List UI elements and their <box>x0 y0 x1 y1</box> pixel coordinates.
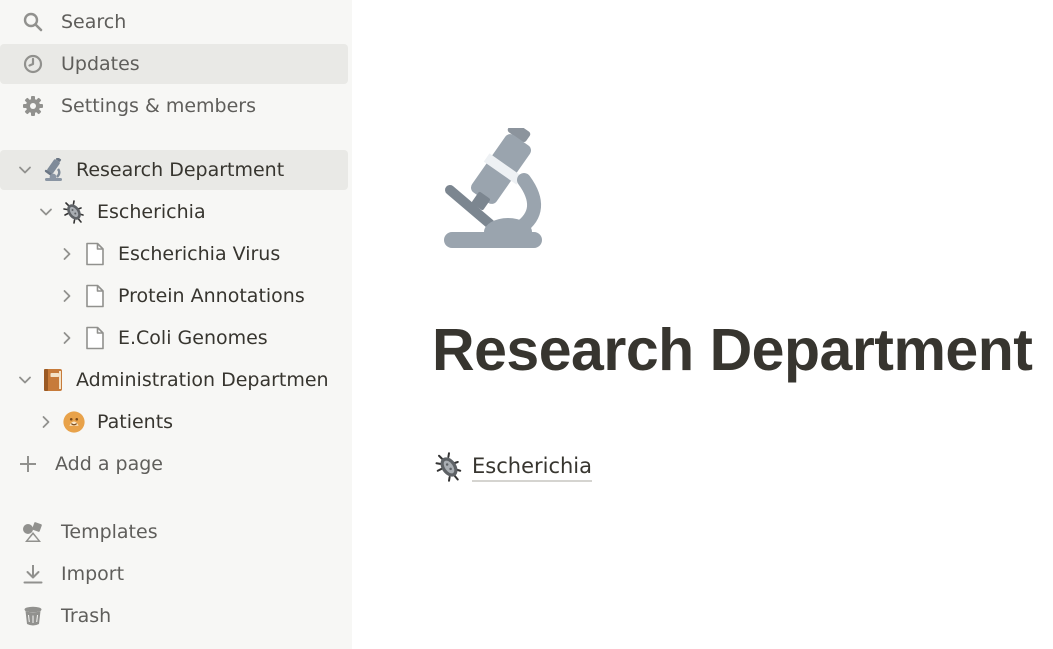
sidebar-import[interactable]: Import <box>0 554 348 594</box>
chevron-right-icon[interactable] <box>60 247 74 261</box>
sidebar-page-label: Protein Annotations <box>118 285 305 307</box>
sidebar-page-protein-annotations[interactable]: Protein Annotations <box>0 276 348 316</box>
chevron-down-icon[interactable] <box>18 163 32 177</box>
sidebar-settings[interactable]: Settings & members <box>0 86 348 126</box>
sidebar-page-ecoli-genomes[interactable]: E.Coli Genomes <box>0 318 348 358</box>
sidebar-page-label: Research Department <box>76 159 285 181</box>
sidebar-settings-label: Settings & members <box>61 95 256 117</box>
page-title[interactable]: Research Department <box>432 312 1033 388</box>
sidebar-page-escherichia[interactable]: Escherichia <box>0 192 348 232</box>
sidebar-trash-label: Trash <box>61 605 112 627</box>
sidebar-updates[interactable]: Updates <box>0 44 348 84</box>
microscope-icon[interactable] <box>438 121 554 252</box>
sidebar-page-label: Escherichia <box>97 201 206 223</box>
bacteria-icon <box>434 452 464 482</box>
page-icon <box>83 326 107 350</box>
subpage-link-escherichia[interactable]: Escherichia <box>434 450 593 484</box>
sidebar-templates[interactable]: Templates <box>0 512 348 552</box>
sidebar-page-label: Escherichia Virus <box>118 243 281 265</box>
bacteria-icon <box>62 200 86 224</box>
sidebar-page-research-department[interactable]: Research Department <box>0 150 348 190</box>
chevron-down-icon[interactable] <box>18 373 32 387</box>
notion-window: Search Updates Settings & members Resear… <box>0 0 1053 649</box>
sidebar-templates-label: Templates <box>61 521 158 543</box>
notebook-icon <box>41 368 65 392</box>
page-icon <box>83 284 107 308</box>
clock-icon <box>21 52 45 76</box>
search-icon <box>21 10 45 34</box>
plus-icon <box>16 452 40 476</box>
add-page-label: Add a page <box>55 453 163 475</box>
microscope-icon <box>41 158 65 182</box>
sidebar-search-label: Search <box>61 11 127 33</box>
sidebar-import-label: Import <box>61 563 125 585</box>
sidebar-updates-label: Updates <box>61 53 140 75</box>
sidebar-page-label: Patients <box>97 411 174 433</box>
face-icon <box>62 410 86 434</box>
sidebar-page-label: Administration Departmen <box>76 369 329 391</box>
shapes-icon <box>21 520 45 544</box>
sidebar-page-escherichia-virus[interactable]: Escherichia Virus <box>0 234 348 274</box>
trash-icon <box>21 604 45 628</box>
download-icon <box>21 562 45 586</box>
sidebar-page-label: E.Coli Genomes <box>118 327 268 349</box>
subpage-link-label: Escherichia <box>472 453 593 482</box>
chevron-right-icon[interactable] <box>60 331 74 345</box>
sidebar-search[interactable]: Search <box>0 2 348 42</box>
sidebar: Search Updates Settings & members Resear… <box>0 0 352 649</box>
gear-icon <box>21 94 45 118</box>
chevron-right-icon[interactable] <box>39 415 53 429</box>
sidebar-trash[interactable]: Trash <box>0 596 348 636</box>
sidebar-page-administration-department[interactable]: Administration Departmen <box>0 360 348 400</box>
chevron-right-icon[interactable] <box>60 289 74 303</box>
add-page-button[interactable]: Add a page <box>0 444 348 484</box>
page-icon <box>83 242 107 266</box>
chevron-down-icon[interactable] <box>39 205 53 219</box>
page-content: Research Department Escherichia <box>352 0 1053 649</box>
sidebar-page-patients[interactable]: Patients <box>0 402 348 442</box>
